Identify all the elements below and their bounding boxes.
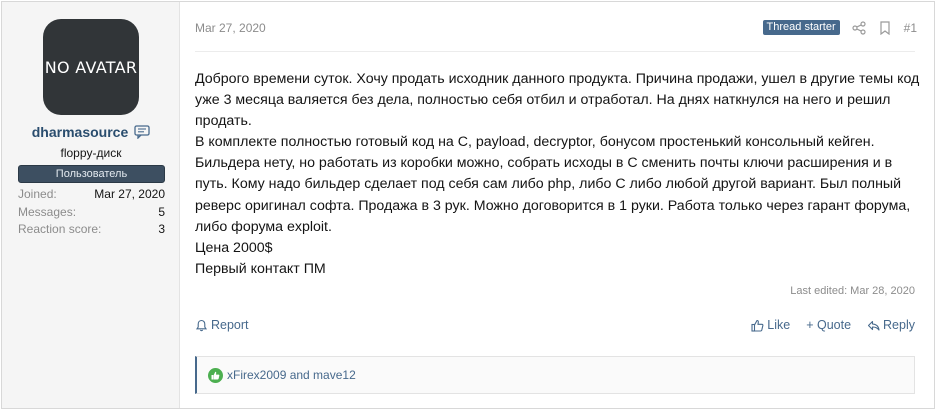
share-icon[interactable] [852, 20, 866, 35]
post-date-link[interactable]: Mar 27, 2020 [195, 21, 266, 35]
last-edited-note: Last edited: Mar 28, 2020 [790, 285, 915, 297]
post-paragraph: Цена 2000$ [195, 239, 273, 256]
stat-value: 3 [158, 222, 165, 236]
stat-label: Joined: [18, 187, 57, 201]
report-button[interactable]: Report [195, 318, 249, 332]
thumbs-up-icon [751, 319, 764, 332]
post-footer: Report Like + Quote Reply [195, 318, 915, 338]
stat-messages: Messages: 5 [18, 204, 165, 222]
like-button[interactable]: Like [751, 318, 790, 332]
user-role-banner: Пользователь [18, 165, 165, 183]
user-stats: Joined: Mar 27, 2020 Messages: 5 Reactio… [18, 186, 165, 239]
report-label: Report [211, 318, 249, 332]
post-header-actions: Thread starter #1 [762, 20, 917, 35]
post-paragraph: Первый контакт ПМ [195, 260, 326, 277]
user-title: floppy-диск [60, 146, 122, 160]
bookmark-icon[interactable] [878, 20, 892, 35]
stat-value: Mar 27, 2020 [94, 187, 165, 201]
post-actions: Like + Quote Reply [751, 318, 915, 332]
reply-label: Reply [883, 318, 915, 332]
user-sidebar: NO AVATAR dharmasource floppy-диск Польз… [2, 2, 180, 408]
avatar-placeholder-text: NO AVATAR [44, 57, 138, 77]
stat-reaction-score: Reaction score: 3 [18, 221, 165, 239]
message-bubble-icon[interactable] [134, 125, 150, 140]
like-label: Like [767, 318, 791, 332]
message-main: Mar 27, 2020 Thread starter #1 Доброго в… [195, 2, 923, 408]
stat-value[interactable]: 5 [158, 204, 165, 222]
reply-button[interactable]: Reply [867, 318, 915, 332]
bell-icon [195, 319, 208, 332]
stat-joined: Joined: Mar 27, 2020 [18, 186, 165, 204]
quote-label: + Quote [806, 318, 852, 332]
header-divider [195, 51, 915, 52]
message-post: NO AVATAR dharmasource floppy-диск Польз… [1, 1, 935, 409]
like-reaction-icon [208, 367, 223, 383]
stat-label: Reaction score: [18, 222, 102, 236]
post-paragraph: В комплекте полностью готовый код на C, … [195, 134, 911, 235]
username-row: dharmasource [2, 124, 180, 140]
avatar[interactable]: NO AVATAR [43, 19, 139, 115]
post-body: Доброго времени суток. Хочу продать исхо… [195, 69, 920, 280]
thread-starter-badge: Thread starter [762, 20, 840, 35]
post-paragraph: Доброго времени суток. Хочу продать исхо… [195, 71, 920, 130]
reactions-users-link[interactable]: xFirex2009 and mave12 [227, 368, 356, 382]
stat-label: Messages: [18, 204, 77, 219]
reply-arrow-icon [867, 319, 880, 332]
username-link[interactable]: dharmasource [32, 124, 128, 140]
post-number-link[interactable]: #1 [904, 21, 917, 35]
reactions-bar[interactable]: xFirex2009 and mave12 [195, 356, 915, 394]
quote-button[interactable]: + Quote [806, 318, 851, 332]
